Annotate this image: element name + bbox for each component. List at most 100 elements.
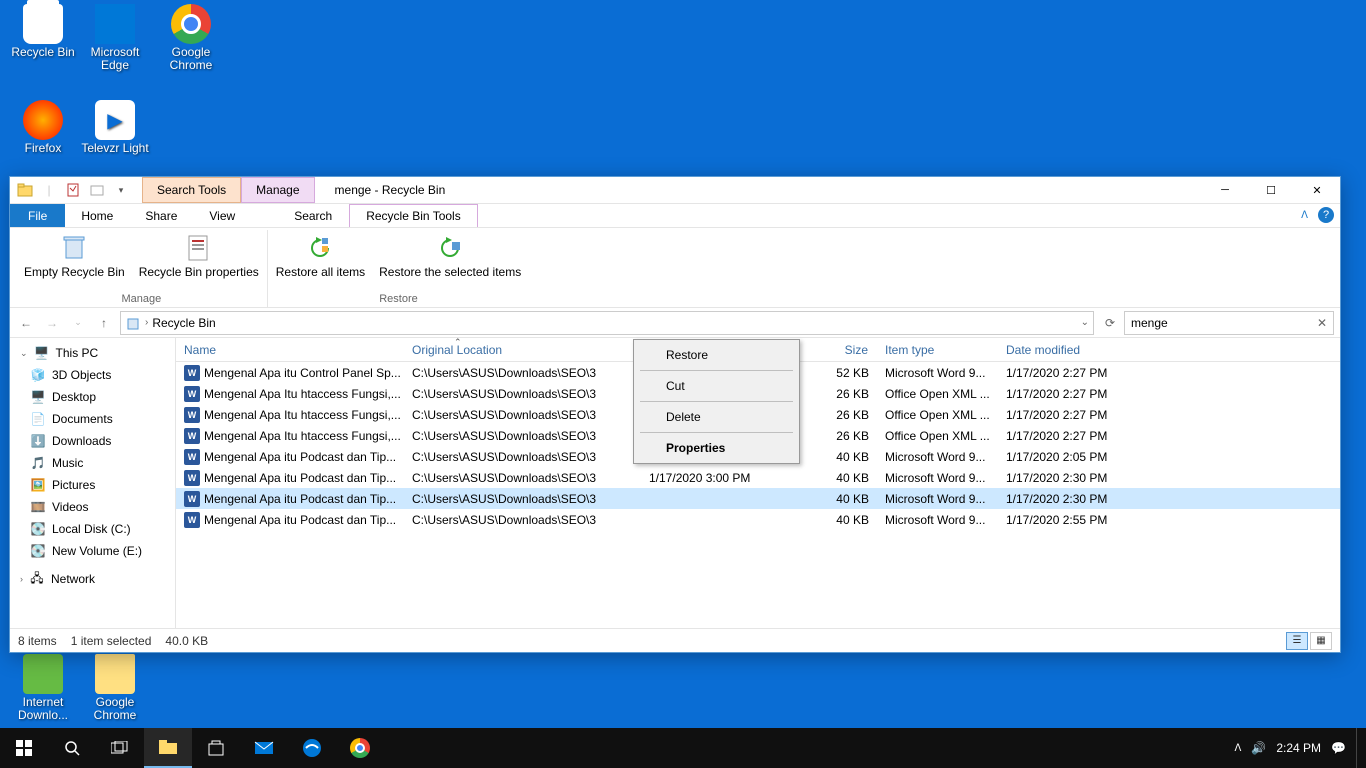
refresh-button[interactable]: ⟳ <box>1098 311 1122 335</box>
menu-share[interactable]: Share <box>129 204 193 227</box>
desktop-recycle-bin[interactable]: Recycle Bin <box>8 4 78 59</box>
file-name: Mengenal Apa itu Podcast dan Tip... <box>204 471 396 485</box>
nav-item-local-disk-c-[interactable]: 💽Local Disk (C:) <box>10 518 175 540</box>
desktop-icon-label: Firefox <box>8 142 78 155</box>
nav-item-label: Local Disk (C:) <box>52 522 131 536</box>
search-box[interactable]: ✕ <box>1124 311 1334 335</box>
details-view-button[interactable]: ☰ <box>1286 632 1308 650</box>
nav-item-documents[interactable]: 📄Documents <box>10 408 175 430</box>
address-dropdown-icon[interactable]: ⌄ <box>1081 317 1089 328</box>
folder-icon[interactable] <box>14 179 36 201</box>
restore-selected-label: Restore the selected items <box>379 266 521 278</box>
nav-item-label: Pictures <box>52 478 95 492</box>
desktop-internet-download[interactable]: Internet Downlo... <box>8 654 78 722</box>
menu-search[interactable]: Search <box>277 204 349 227</box>
back-button[interactable]: ← <box>14 311 38 335</box>
col-date-modified[interactable]: Date modified <box>998 343 1340 357</box>
ribbon: Empty Recycle Bin Recycle Bin properties… <box>10 228 1340 308</box>
col-size[interactable]: Size <box>801 343 877 357</box>
nav-item-music[interactable]: 🎵Music <box>10 452 175 474</box>
task-view-button[interactable] <box>96 728 144 768</box>
restore-all-button[interactable]: Restore all items <box>272 230 369 293</box>
ctx-properties[interactable]: Properties <box>636 435 797 461</box>
mail-taskbar[interactable] <box>240 728 288 768</box>
file-name: Mengenal Apa Itu htaccess Fungsi,... <box>204 429 401 443</box>
menu-file[interactable]: File <box>10 204 65 227</box>
date-deleted: 1/17/2020 3:00 PM <box>641 471 801 485</box>
store-taskbar[interactable] <box>192 728 240 768</box>
table-row[interactable]: Mengenal Apa itu Podcast dan Tip...C:\Us… <box>176 467 1340 488</box>
file-explorer-taskbar[interactable] <box>144 728 192 768</box>
breadcrumb[interactable]: Recycle Bin <box>152 316 215 330</box>
search-button[interactable] <box>48 728 96 768</box>
nav-item-desktop[interactable]: 🖥️Desktop <box>10 386 175 408</box>
nav-item-new-volume-e-[interactable]: 💽New Volume (E:) <box>10 540 175 562</box>
desktop-firefox[interactable]: Firefox <box>8 100 78 155</box>
edge-taskbar[interactable] <box>288 728 336 768</box>
nav-item-downloads[interactable]: ⬇️Downloads <box>10 430 175 452</box>
ribbon-collapse-icon[interactable]: ᐱ <box>1301 210 1308 221</box>
title-tab-manage[interactable]: Manage <box>241 177 314 203</box>
col-name[interactable]: Name <box>176 343 404 357</box>
clock[interactable]: 2:24 PM <box>1276 741 1321 755</box>
recent-dropdown-icon[interactable]: ⌄ <box>66 311 90 335</box>
restore-selected-button[interactable]: Restore the selected items <box>375 230 525 293</box>
folder-icon: 🖼️ <box>30 477 46 493</box>
menu-view[interactable]: View <box>193 204 251 227</box>
empty-recycle-bin-button[interactable]: Empty Recycle Bin <box>20 230 129 293</box>
size: 26 KB <box>801 387 877 401</box>
nav-network[interactable]: › 🖧 Network <box>10 568 175 590</box>
desktop-google-chrome-2[interactable]: Google Chrome <box>80 654 150 722</box>
taskbar: ᐱ 🔊 2:24 PM 💬 <box>0 728 1366 768</box>
volume-icon[interactable]: 🔊 <box>1251 741 1266 755</box>
address-bar[interactable]: › Recycle Bin ⌄ <box>120 311 1094 335</box>
forward-button[interactable]: → <box>40 311 64 335</box>
original-location: C:\Users\ASUS\Downloads\SEO\3 <box>404 366 641 380</box>
close-button[interactable]: ✕ <box>1294 177 1340 203</box>
chevron-down-icon: ⌄ <box>20 348 28 359</box>
ctx-separator <box>640 370 793 371</box>
clear-search-icon[interactable]: ✕ <box>1317 316 1327 330</box>
nav-item-label: Videos <box>52 500 88 514</box>
new-folder-icon[interactable] <box>86 179 108 201</box>
desktop-google-chrome[interactable]: Google Chrome <box>156 4 226 72</box>
recycle-bin-properties-button[interactable]: Recycle Bin properties <box>135 230 263 293</box>
table-row[interactable]: Mengenal Apa itu Podcast dan Tip...C:\Us… <box>176 509 1340 530</box>
nav-item-pictures[interactable]: 🖼️ Pictures <box>10 474 175 496</box>
tray-expand-icon[interactable]: ᐱ <box>1235 743 1242 754</box>
up-button[interactable]: ↑ <box>92 311 116 335</box>
status-selected: 1 item selected <box>71 634 152 648</box>
start-button[interactable] <box>0 728 48 768</box>
menu-home[interactable]: Home <box>65 204 129 227</box>
thumbnail-view-button[interactable]: ▦ <box>1310 632 1332 650</box>
context-menu: Restore Cut Delete Properties <box>633 339 800 464</box>
file-name: Mengenal Apa Itu htaccess Fungsi,... <box>204 408 401 422</box>
qat-dropdown-icon[interactable]: ▾ <box>110 179 132 201</box>
maximize-button[interactable]: ☐ <box>1248 177 1294 203</box>
ctx-restore[interactable]: Restore <box>636 342 797 368</box>
file-name: Mengenal Apa itu Podcast dan Tip... <box>204 492 396 506</box>
desktop-televzr-light[interactable]: Televzr Light <box>80 100 150 155</box>
title-tab-search-tools[interactable]: Search Tools <box>142 177 241 203</box>
ctx-delete[interactable]: Delete <box>636 404 797 430</box>
chrome-taskbar[interactable] <box>336 728 384 768</box>
notifications-icon[interactable]: 💬 <box>1331 741 1346 755</box>
show-desktop[interactable] <box>1356 728 1362 768</box>
nav-this-pc[interactable]: ⌄ 🖥️ This PC <box>10 342 175 364</box>
nav-item-videos[interactable]: 🎞️Videos <box>10 496 175 518</box>
menu-recycle-bin-tools[interactable]: Recycle Bin Tools <box>349 204 478 227</box>
minimize-button[interactable]: ─ <box>1202 177 1248 203</box>
ctx-cut[interactable]: Cut <box>636 373 797 399</box>
file-name: Mengenal Apa itu Control Panel Sp... <box>204 366 401 380</box>
help-icon[interactable]: ? <box>1318 207 1334 223</box>
nav-item-3d-objects[interactable]: 🧊3D Objects <box>10 364 175 386</box>
titlebar: | ▾ Search Tools Manage menge - Recycle … <box>10 177 1340 204</box>
desktop-microsoft-edge[interactable]: Microsoft Edge <box>80 4 150 72</box>
col-original-location[interactable]: Original Location <box>404 343 641 357</box>
date-modified: 1/17/2020 2:27 PM <box>998 387 1340 401</box>
properties-icon[interactable] <box>62 179 84 201</box>
col-item-type[interactable]: Item type <box>877 343 998 357</box>
size: 40 KB <box>801 450 877 464</box>
table-row[interactable]: Mengenal Apa itu Podcast dan Tip...C:\Us… <box>176 488 1340 509</box>
search-input[interactable] <box>1131 316 1317 330</box>
